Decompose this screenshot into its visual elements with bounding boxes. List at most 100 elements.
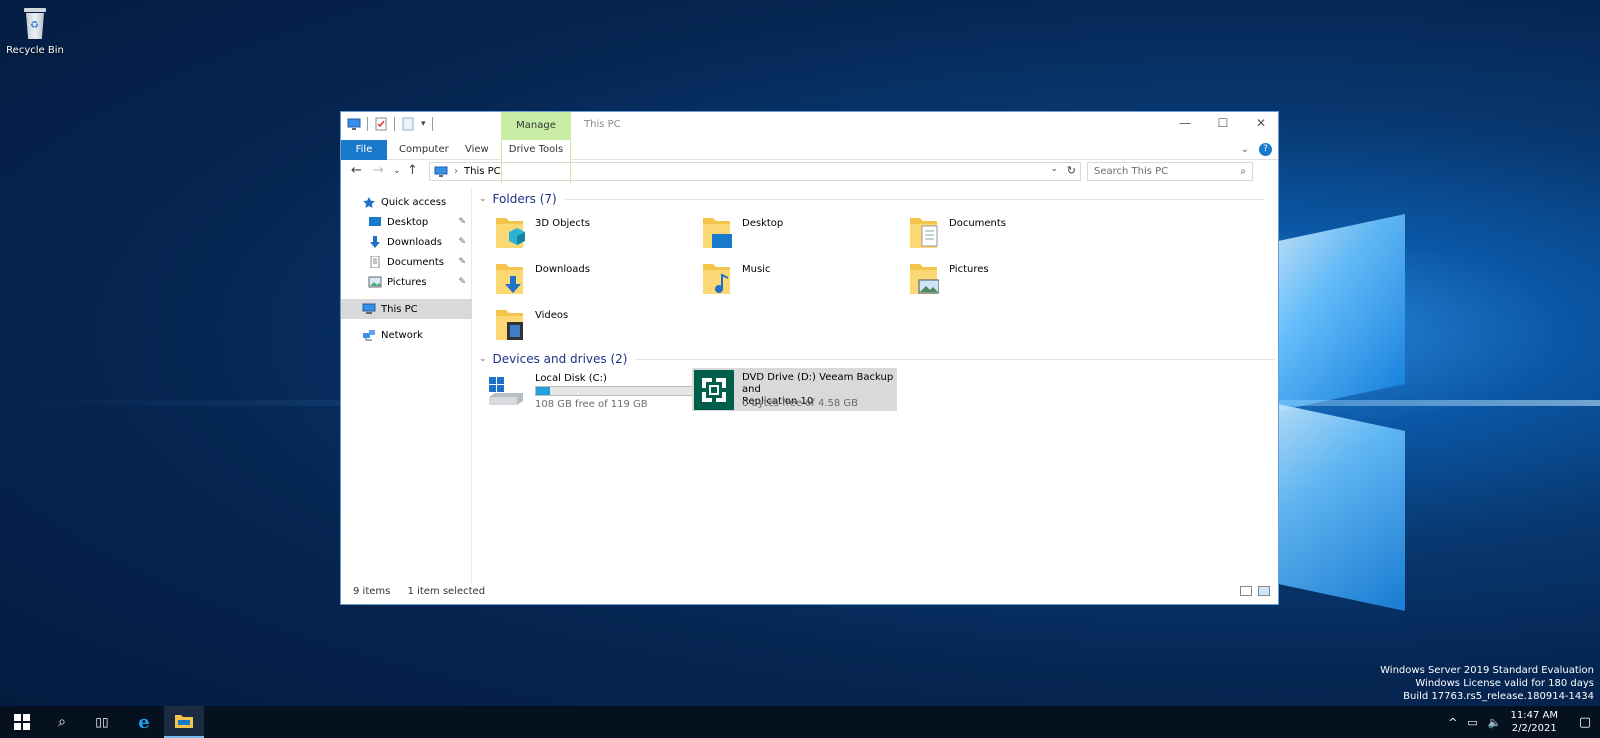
drive-usage-fill	[536, 387, 551, 395]
file-explorer-button[interactable]	[164, 706, 204, 738]
folder-videos[interactable]: Videos	[485, 306, 695, 346]
search-button[interactable]: ⌕	[42, 706, 82, 738]
folder-pictures[interactable]: Pictures	[899, 260, 1109, 300]
folder-documents[interactable]: Documents	[899, 214, 1109, 254]
folder-downloads[interactable]: Downloads	[485, 260, 695, 300]
internet-explorer-button[interactable]: e	[124, 706, 164, 738]
help-icon[interactable]: ?	[1259, 143, 1272, 156]
expand-ribbon-icon[interactable]: ⌄	[1241, 144, 1249, 155]
tab-file[interactable]: File	[341, 140, 387, 160]
devices-header-label: Devices and drives (2)	[492, 352, 628, 366]
drive-dvd-d[interactable]: DVD Drive (D:) Veeam Backup and Replicat…	[692, 368, 897, 411]
ribbon-tabs: File Computer View Drive Tools ⌄ ?	[341, 140, 1278, 183]
sidebar-item-label: Pictures	[387, 276, 427, 288]
folder-name: Pictures	[949, 264, 989, 275]
customize-qat-icon[interactable]: ▾	[421, 119, 426, 129]
sidebar-item-label: Network	[381, 329, 423, 341]
action-center-icon[interactable]: ▢	[1570, 715, 1600, 730]
up-arrow-icon[interactable]: ↑	[407, 163, 418, 178]
sidebar-item-downloads[interactable]: Downloads ✎	[341, 232, 472, 252]
refresh-icon[interactable]: ↻	[1067, 164, 1076, 177]
sidebar-item-documents[interactable]: Documents ✎	[341, 252, 472, 272]
pin-icon: ✎	[458, 217, 466, 227]
picture-icon	[368, 276, 382, 288]
window-title: This PC	[584, 119, 621, 130]
sidebar-item-network[interactable]: Network	[341, 325, 472, 345]
view-switcher	[1240, 586, 1270, 596]
downloads-folder-icon	[496, 264, 523, 294]
breadcrumb-separator-icon: ›	[454, 166, 458, 177]
watermark-line: Build 17763.rs5_release.180914-1434	[1403, 691, 1594, 702]
clock-date: 2/2/2021	[1511, 723, 1557, 734]
large-icons-view-icon[interactable]	[1258, 586, 1270, 596]
clock[interactable]: 11:47 AM 2/2/2021	[1511, 709, 1558, 735]
folders-header-label: Folders (7)	[492, 192, 557, 206]
task-view-icon: ▯▯	[95, 715, 109, 729]
windows-logo-wallpaper	[1255, 214, 1415, 611]
music-folder-icon	[703, 264, 730, 294]
desktop-folder-icon	[703, 218, 732, 248]
address-row: ← → ⌄ ↑ › This PC ⌄ ↻ Search This PC ⌕	[341, 160, 1278, 184]
network-icon	[363, 330, 375, 341]
folders-group-header[interactable]: ⌄ Folders (7)	[479, 192, 1265, 206]
address-bar[interactable]: › This PC ⌄ ↻	[429, 162, 1081, 181]
back-arrow-icon[interactable]: ←	[351, 163, 362, 178]
sidebar-item-quick-access[interactable]: Quick access	[341, 192, 472, 212]
folder-name: Documents	[949, 218, 1007, 229]
network-icon[interactable]: ▭	[1467, 716, 1477, 729]
watermark-line: Windows License valid for 180 days	[1415, 678, 1594, 689]
watermark-line: Windows Server 2019 Standard Evaluation	[1380, 665, 1594, 676]
search-icon: ⌕	[58, 714, 66, 730]
details-view-icon[interactable]	[1240, 586, 1252, 596]
task-view-button[interactable]: ▯▯	[82, 706, 122, 738]
folder-name: Videos	[535, 310, 569, 321]
maximize-button[interactable]: ☐	[1210, 116, 1236, 134]
new-folder-icon[interactable]	[401, 117, 415, 131]
download-arrow-icon	[370, 236, 380, 248]
veeam-logo-icon	[694, 370, 734, 410]
documents-folder-icon	[910, 218, 938, 248]
folder-name: Desktop	[742, 218, 784, 229]
sidebar-item-desktop[interactable]: Desktop ✎	[341, 212, 472, 232]
content-pane: ⌄ Folders (7) 3D Objects Desktop Documen…	[473, 188, 1278, 584]
minimize-button[interactable]: —	[1172, 116, 1198, 134]
sidebar-item-label: Quick access	[381, 196, 447, 208]
title-bar[interactable]: ▾ Manage This PC — ☐ ✕	[341, 112, 1278, 140]
recycle-bin-shortcut[interactable]: ♻ Recycle Bin	[4, 6, 66, 56]
drive-free-space: 0 bytes free of 4.58 GB	[742, 398, 859, 409]
evaluation-watermark: Windows Server 2019 Standard Evaluation …	[1380, 664, 1594, 703]
recent-locations-icon[interactable]: ⌄	[393, 166, 401, 176]
show-hidden-icons-icon[interactable]: ^	[1448, 716, 1457, 729]
folder-3d-objects[interactable]: 3D Objects	[485, 214, 695, 254]
folder-desktop[interactable]: Desktop	[692, 214, 902, 254]
close-button[interactable]: ✕	[1248, 116, 1274, 134]
clock-time: 11:47 AM	[1510, 710, 1558, 721]
search-icon: ⌕	[1240, 166, 1246, 177]
tab-manage[interactable]: Manage	[501, 112, 571, 140]
address-dropdown-icon[interactable]: ⌄	[1050, 164, 1058, 174]
start-button[interactable]	[2, 706, 42, 738]
3d-objects-folder-icon	[496, 218, 525, 248]
pin-icon: ✎	[458, 257, 466, 267]
properties-icon[interactable]	[374, 117, 388, 131]
folder-music[interactable]: Music	[692, 260, 902, 300]
pictures-folder-icon	[910, 264, 939, 294]
tab-computer[interactable]: Computer	[399, 140, 449, 160]
taskbar: ⌕ ▯▯ e ^ ▭ 🔈 11:47 AM 2/2/2021 ▢	[0, 706, 1600, 738]
collapse-chevron-icon: ⌄	[479, 354, 487, 364]
devices-group-header[interactable]: ⌄ Devices and drives (2)	[479, 352, 1276, 366]
star-pin-icon	[363, 197, 375, 208]
folder-name: 3D Objects	[535, 218, 591, 229]
volume-muted-icon[interactable]: 🔈	[1488, 716, 1502, 729]
drive-local-disk-c[interactable]: Local Disk (C:) 108 GB free of 119 GB	[485, 371, 693, 414]
search-input[interactable]: Search This PC ⌕	[1087, 162, 1253, 181]
sidebar-item-pictures[interactable]: Pictures ✎	[341, 272, 472, 292]
sidebar-item-this-pc[interactable]: This PC	[341, 299, 472, 319]
hard-drive-icon	[489, 377, 523, 405]
collapse-chevron-icon: ⌄	[479, 194, 487, 204]
forward-arrow-icon[interactable]: →	[373, 163, 384, 178]
group-divider	[564, 198, 1265, 200]
tab-view[interactable]: View	[465, 140, 489, 160]
item-count: 9 items	[353, 586, 391, 597]
drive-free-space: 108 GB free of 119 GB	[535, 399, 648, 410]
